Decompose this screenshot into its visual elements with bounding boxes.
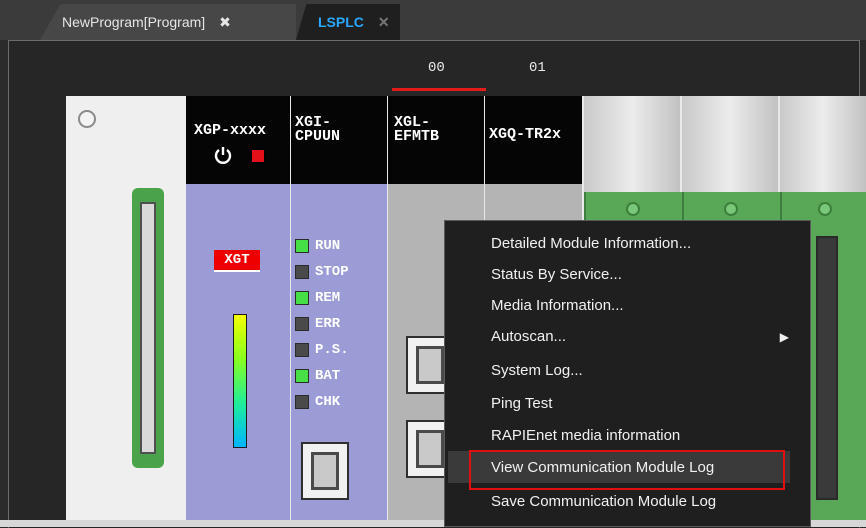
led-rem: REM <box>295 288 340 308</box>
led-square <box>295 291 309 305</box>
slot-screw-icon <box>724 202 738 216</box>
module-name: XGP-xxxx <box>194 122 267 139</box>
empty-slot-cap <box>584 96 680 192</box>
menu-item-ping-test[interactable]: Ping Test <box>491 389 552 419</box>
ethernet-port <box>301 442 349 500</box>
selected-slot-indicator <box>392 88 486 91</box>
close-icon[interactable]: ✖ <box>219 14 231 31</box>
menu-item-detailed-module-information[interactable]: Detailed Module Information... <box>491 229 691 259</box>
menu-item-autoscan[interactable]: Autoscan... ▶ <box>491 322 801 352</box>
menu-item-status-by-service[interactable]: Status By Service... <box>491 260 622 290</box>
led-stop: STOP <box>295 262 349 282</box>
led-square <box>295 369 309 383</box>
mount-hole-icon <box>78 110 96 128</box>
document-tab-bar: NewProgram[Program] ✖ LSPLC ✕ <box>0 0 866 40</box>
base-power-area <box>66 96 187 527</box>
menu-item-media-information[interactable]: Media Information... <box>491 291 624 321</box>
led-square <box>295 317 309 331</box>
empty-slot-cap <box>780 96 866 192</box>
led-square <box>295 239 309 253</box>
level-bar-indicator <box>233 314 247 448</box>
cpuun-module-header[interactable]: XGI- CPUUN <box>291 96 387 184</box>
led-run: RUN <box>295 236 340 256</box>
expansion-connector <box>132 188 164 468</box>
highlight-annotation-box <box>469 450 785 490</box>
submenu-arrow-icon: ▶ <box>779 330 789 344</box>
led-square <box>295 265 309 279</box>
empty-slot-cap <box>682 96 778 192</box>
power-icon <box>214 147 232 164</box>
tab-lsplc[interactable]: LSPLC ✕ <box>296 4 400 40</box>
slot-connector <box>816 236 838 500</box>
led-bat: BAT <box>295 366 340 386</box>
led-chk: CHK <box>295 392 340 412</box>
port-socket <box>416 346 444 384</box>
tab-label: LSPLC <box>318 14 364 30</box>
led-ps: P.S. <box>295 340 349 360</box>
module-name: XGL- EFMTB <box>394 114 440 145</box>
cpu-module-header[interactable]: XGP-xxxx <box>186 96 290 184</box>
port-socket <box>311 452 339 490</box>
port-socket <box>416 430 444 468</box>
led-err: ERR <box>295 314 340 334</box>
tr-module-header[interactable]: XGQ-TR2x <box>485 96 582 184</box>
led-square <box>295 343 309 357</box>
menu-item-rapienet-media-information[interactable]: RAPIEnet media information <box>491 421 680 451</box>
module-name: XGQ-TR2x <box>489 126 562 143</box>
cpu-module-body[interactable]: XGT <box>186 184 290 527</box>
module-name: XGI- CPUUN <box>295 114 341 145</box>
enet-module-header[interactable]: XGL- EFMTB <box>388 96 484 184</box>
menu-item-system-log[interactable]: System Log... <box>491 356 583 386</box>
slot-number-01: 01 <box>529 60 546 76</box>
led-square <box>295 395 309 409</box>
tab-newprogram[interactable]: NewProgram[Program] ✖ <box>40 4 296 40</box>
slot-number-00: 00 <box>428 60 445 76</box>
menu-item-label: Autoscan... <box>491 328 567 345</box>
status-red-led <box>252 150 264 162</box>
close-icon[interactable]: ✕ <box>378 14 390 31</box>
slot-screw-icon <box>626 202 640 216</box>
slot-screw-icon <box>818 202 832 216</box>
menu-item-save-communication-module-log[interactable]: Save Communication Module Log <box>491 487 716 517</box>
xgt-badge: XGT <box>214 250 260 272</box>
tab-label: NewProgram[Program] <box>62 14 206 30</box>
cpuun-module-body[interactable]: RUN STOP REM ERR P.S. BAT CHK <box>291 184 387 527</box>
connector-pins <box>140 202 156 454</box>
